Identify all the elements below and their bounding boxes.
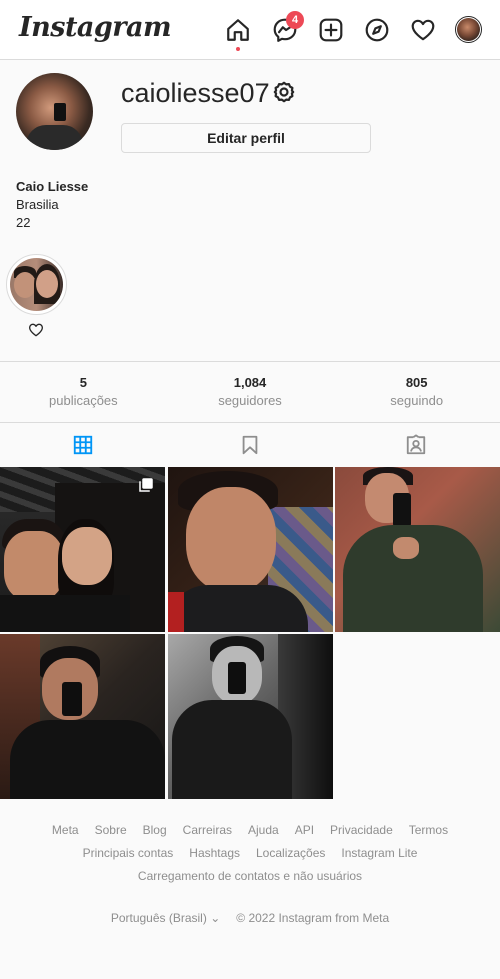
top-nav: Instagram 4 <box>0 0 500 60</box>
post-thumbnail[interactable] <box>0 634 165 799</box>
post-thumbnail[interactable] <box>168 634 333 799</box>
footer-link[interactable]: Blog <box>143 820 167 843</box>
footer: Meta Sobre Blog Carreiras Ajuda API Privacidad… <box>0 820 500 928</box>
saved-bookmark-tab-icon[interactable] <box>239 434 261 456</box>
carousel-multi-icon <box>137 476 155 494</box>
stat-value: 5 <box>79 375 87 390</box>
activity-heart-icon[interactable] <box>410 17 436 43</box>
stat-followers[interactable]: 1,084 seguidores <box>167 362 334 422</box>
footer-link[interactable]: Carregamento de contatos e não usuários <box>138 866 362 889</box>
posts-grid-tab-icon[interactable] <box>72 434 94 456</box>
highlight-heart-icon <box>28 322 44 338</box>
footer-link[interactable]: Instagram Lite <box>341 843 417 866</box>
post-thumbnail[interactable] <box>168 467 333 632</box>
profile-stats: 5 publicações 1,084 seguidores 805 segui… <box>0 361 500 423</box>
footer-links-row: Principais contas Hashtags Localizações Ins… <box>0 843 500 866</box>
footer-link[interactable]: Principais contas <box>83 843 174 866</box>
footer-link[interactable]: API <box>295 820 314 843</box>
post-thumbnail[interactable] <box>335 467 500 632</box>
footer-link[interactable]: Meta <box>52 820 79 843</box>
messages-count-badge: 4 <box>286 11 304 29</box>
new-post-icon[interactable] <box>318 17 344 43</box>
footer-link[interactable]: Termos <box>409 820 448 843</box>
profile-full-name: Caio Liesse <box>16 179 89 194</box>
footer-link[interactable]: Ajuda <box>248 820 279 843</box>
stat-label: publicações <box>49 393 118 408</box>
footer-link[interactable]: Carreiras <box>183 820 232 843</box>
post-thumbnail[interactable] <box>0 467 165 632</box>
profile-avatar[interactable] <box>16 73 93 150</box>
profile-bio-line: Brasilia <box>16 197 59 212</box>
chevron-down-icon: ⌄ <box>210 911 221 925</box>
explore-compass-icon[interactable] <box>364 17 390 43</box>
tagged-user-tab-icon[interactable] <box>405 434 427 456</box>
stat-value: 1,084 <box>233 375 267 390</box>
stat-label: seguidores <box>218 393 282 408</box>
edit-profile-button[interactable]: Editar perfil <box>121 123 371 153</box>
profile-avatar-nav[interactable] <box>455 16 482 43</box>
profile-tabs <box>0 423 500 467</box>
footer-bottom: Português (Brasil) ⌄ © 2022 Instagram fr… <box>0 908 500 928</box>
profile-username: caioliesse07 <box>121 78 270 108</box>
stat-value: 805 <box>405 375 428 390</box>
language-label: Português (Brasil) <box>110 911 207 925</box>
story-highlight-cover[interactable] <box>10 258 63 311</box>
footer-links-row: Meta Sobre Blog Carreiras Ajuda API Privacidad… <box>0 820 500 843</box>
instagram-logo[interactable]: Instagram <box>19 12 172 43</box>
settings-gear-icon[interactable] <box>272 80 296 104</box>
profile-bio-line: 22 <box>16 215 31 230</box>
footer-links-row: Carregamento de contatos e não usuários <box>0 866 500 889</box>
stat-label: seguindo <box>390 393 444 408</box>
copyright-text: © 2022 Instagram from Meta <box>236 911 390 925</box>
language-selector[interactable]: Português (Brasil) ⌄ <box>111 908 220 928</box>
home-active-dot <box>236 47 240 51</box>
home-icon[interactable] <box>225 17 251 43</box>
footer-link[interactable]: Sobre <box>95 820 127 843</box>
stat-posts: 5 publicações <box>0 362 167 422</box>
footer-link[interactable]: Privacidade <box>330 820 393 843</box>
footer-link[interactable]: Hashtags <box>189 843 240 866</box>
footer-link[interactable]: Localizações <box>256 843 325 866</box>
stat-following[interactable]: 805 seguindo <box>333 362 500 422</box>
